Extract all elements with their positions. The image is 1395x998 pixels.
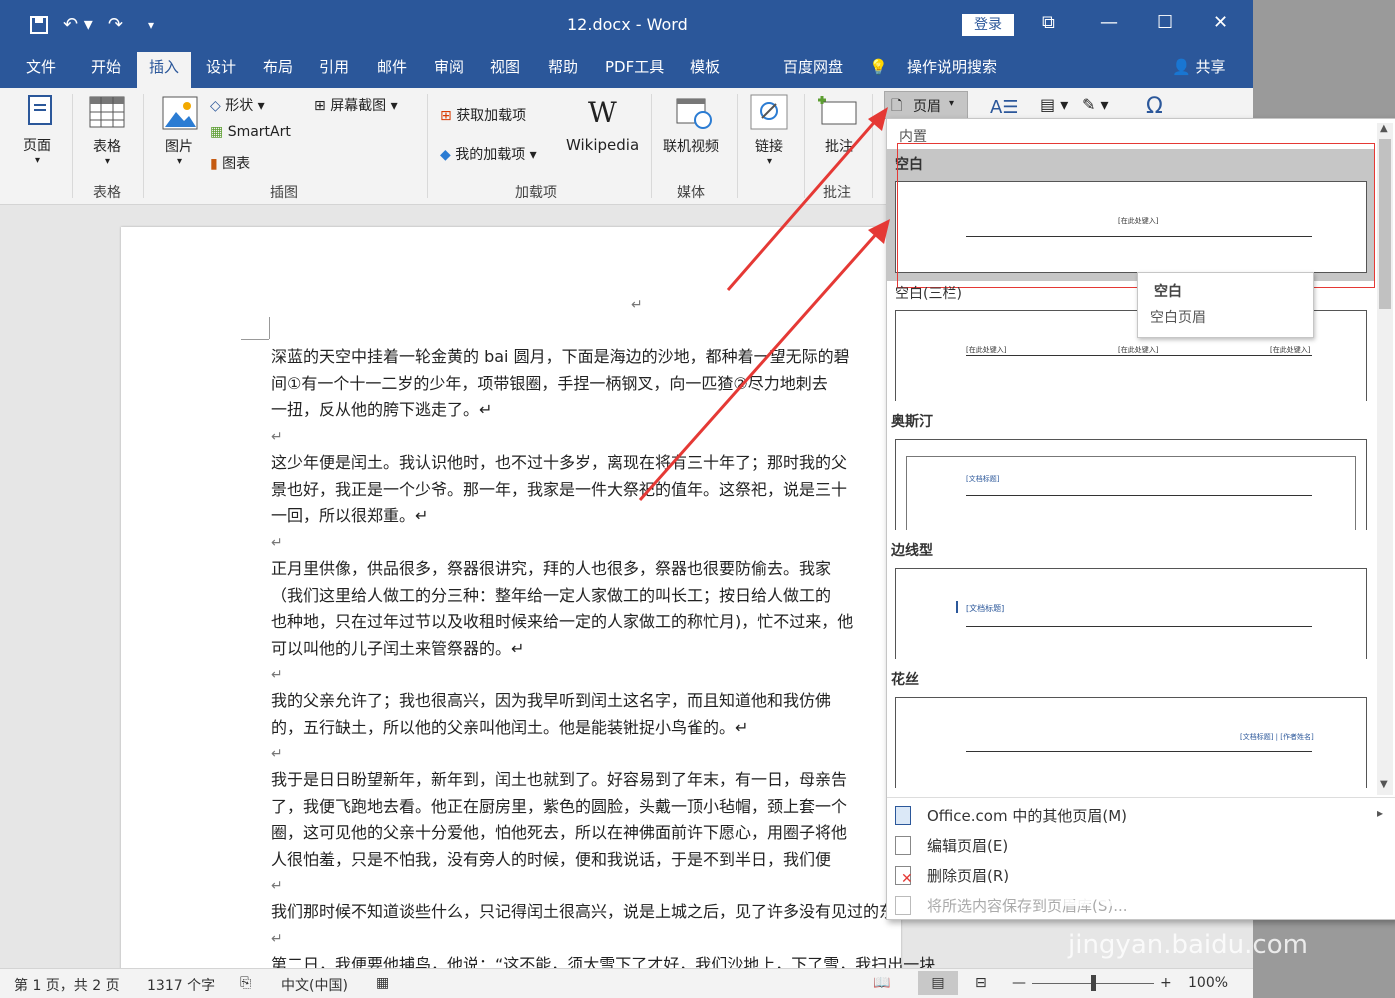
- baidu-watermark-logo: Baidu经验: [1060, 862, 1310, 918]
- annotation-arrow: [726, 117, 880, 291]
- annotation-arrow: [638, 231, 880, 501]
- baidu-watermark-url: jingyan.baidu.com: [1068, 930, 1308, 960]
- annotation-arrows: [638, 107, 890, 501]
